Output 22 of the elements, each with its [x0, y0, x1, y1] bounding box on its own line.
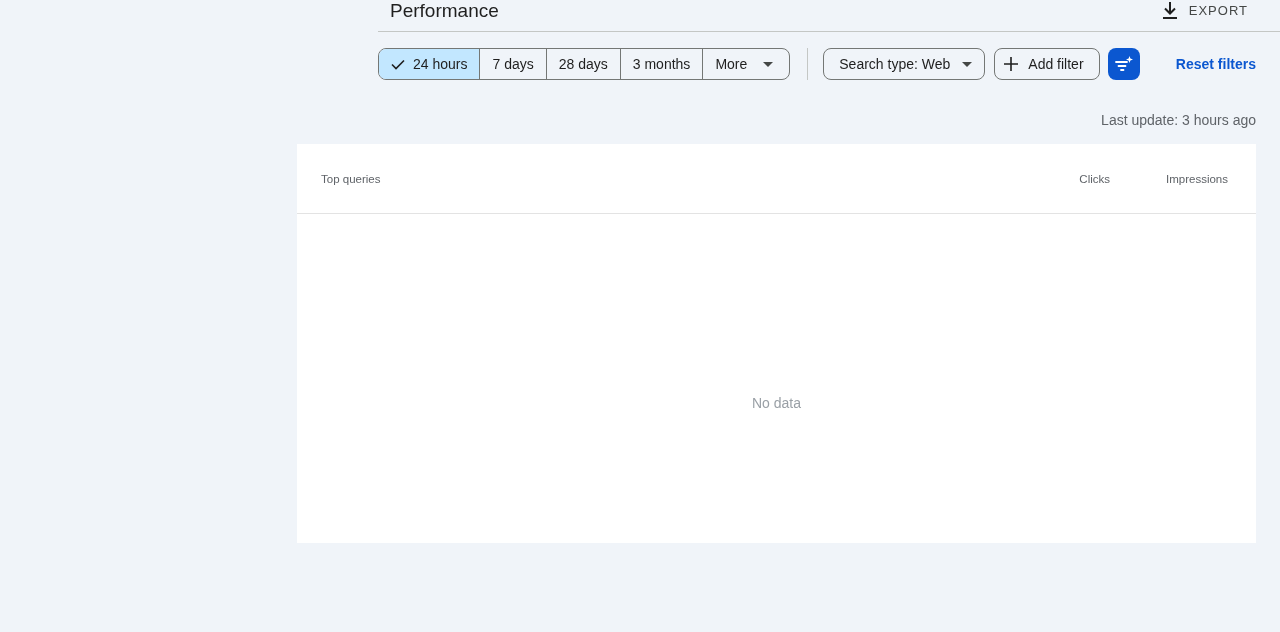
column-header: Clicks [1079, 172, 1110, 185]
page-title: Performance [390, 0, 499, 22]
last-update-text: Last update: 3 hours ago [1101, 111, 1256, 130]
reset-filters-link[interactable]: Reset filters [1175, 56, 1256, 72]
plus-icon [1004, 57, 1019, 71]
empty-message: No data [751, 394, 801, 411]
check-icon [391, 58, 405, 70]
download-icon [1162, 1, 1177, 19]
date-range-tab[interactable]: 28 days [545, 49, 620, 79]
column-header: Top queries [321, 172, 382, 185]
caret-icon [763, 61, 774, 67]
date-range-tab[interactable]: 3 months [619, 49, 703, 79]
date-range-tab[interactable]: More [702, 49, 790, 79]
add-filter-button[interactable]: Add filter [994, 48, 1100, 80]
export-button[interactable]: EXPORT [1162, 0, 1248, 20]
caret-icon [962, 61, 973, 67]
column-header: Impressions [1166, 172, 1228, 185]
date-range-tab[interactable]: 24 hours [379, 49, 480, 79]
filter-sparkle-icon [1114, 56, 1133, 72]
search-type-dropdown[interactable]: Search type: Web [823, 48, 986, 80]
date-range-tab[interactable]: 7 days [479, 49, 546, 79]
filter-settings-button[interactable] [1107, 48, 1140, 80]
